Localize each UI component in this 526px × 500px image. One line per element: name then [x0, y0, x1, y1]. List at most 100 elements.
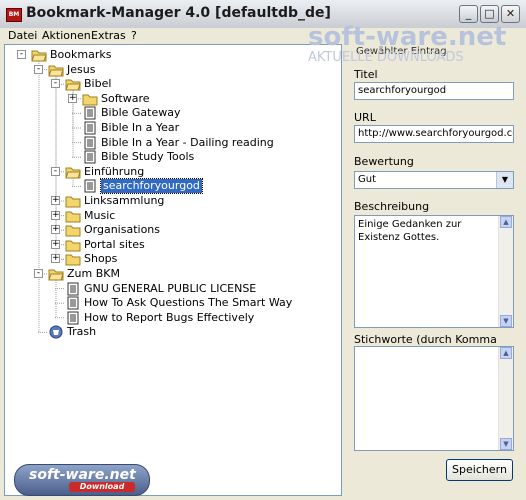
tree-node[interactable]: + Shops	[5, 252, 335, 266]
expand-icon[interactable]: +	[51, 239, 60, 249]
bookmark-document-icon	[67, 282, 79, 296]
tree-label[interactable]: Bible In a Year	[101, 121, 179, 135]
collapse-icon[interactable]: -	[51, 79, 60, 89]
tree-node[interactable]: searchforyourgod	[5, 178, 335, 195]
tree-label[interactable]: Bookmarks	[50, 48, 111, 62]
scroll-up-icon[interactable]: ▲	[500, 216, 512, 228]
close-button[interactable]: ✕	[501, 5, 520, 23]
watermark-top-text: soft-ware.net	[308, 22, 507, 52]
collapse-icon[interactable]: -	[17, 50, 26, 59]
chevron-down-icon[interactable]: ▼	[496, 172, 513, 188]
rating-label: Bewertung	[354, 155, 414, 168]
window-title: Bookmark-Manager 4.0 [defaultdb_de]	[26, 5, 331, 21]
expand-icon[interactable]: +	[51, 196, 60, 205]
tree-node[interactable]: Bible Gateway	[5, 106, 335, 120]
keywords-textarea[interactable]: ▲ ▼	[354, 346, 514, 451]
url-input[interactable]: http://www.searchforyourgod.com/	[354, 125, 514, 143]
menu-help[interactable]: ?	[131, 29, 137, 42]
tree-node[interactable]: - Einführung	[5, 165, 335, 179]
collapse-icon[interactable]: -	[51, 166, 60, 176]
tree-node[interactable]: - Bookmarks	[5, 48, 335, 62]
maximize-button[interactable]: □	[480, 5, 499, 23]
tree-node[interactable]: Trash	[5, 325, 335, 339]
folder-icon	[65, 211, 81, 223]
tree-node[interactable]: Bible Study Tools	[5, 150, 335, 164]
menu-datei[interactable]: Datei	[8, 29, 37, 42]
tree-label[interactable]: Bible Gateway	[101, 106, 181, 120]
collapse-icon[interactable]: -	[34, 269, 43, 278]
tree-node[interactable]: - Zum BKM	[5, 267, 335, 281]
expand-icon[interactable]: +	[51, 225, 60, 235]
tree-node[interactable]: Bible In a Year	[5, 121, 335, 135]
title-input[interactable]: searchforyourgod	[354, 82, 514, 100]
save-button[interactable]: Speichern	[446, 459, 513, 481]
tree-label[interactable]: Bibel	[84, 77, 111, 91]
tree-label[interactable]: Einführung	[84, 165, 144, 179]
expand-icon[interactable]: +	[68, 93, 77, 103]
folder-icon	[82, 94, 98, 106]
tree-node[interactable]: How To Ask Questions The Smart Way	[5, 296, 335, 310]
tree-label[interactable]: Music	[84, 209, 115, 223]
tree-label[interactable]: Shops	[84, 252, 117, 266]
expand-icon[interactable]: +	[51, 210, 60, 220]
tree-node[interactable]: How to Report Bugs Effectively	[5, 311, 335, 325]
tree-label[interactable]: Portal sites	[84, 238, 145, 252]
watermark-bottom-subtext: Download	[69, 482, 135, 492]
rating-select[interactable]: Gut ▼	[354, 171, 514, 189]
watermark-bottom: soft-ware.net Download	[14, 464, 150, 496]
tree-node[interactable]: GNU GENERAL PUBLIC LICENSE	[5, 282, 335, 296]
description-text: Einige Gedanken zur Existenz Gottes.	[358, 219, 462, 243]
tree-label[interactable]: Organisations	[84, 223, 160, 237]
bookmark-document-icon	[84, 136, 96, 150]
tree-node[interactable]: - Bibel	[5, 77, 335, 91]
tree-node[interactable]: + Organisations	[5, 223, 335, 237]
minimize-button[interactable]: _	[459, 5, 478, 23]
folder-icon	[65, 240, 81, 252]
tree-label[interactable]: How To Ask Questions The Smart Way	[84, 296, 292, 310]
scroll-down-icon[interactable]: ▼	[500, 315, 512, 327]
folder-icon	[65, 196, 81, 208]
title-label: Titel	[354, 68, 378, 81]
tree-label[interactable]: How to Report Bugs Effectively	[84, 311, 254, 325]
collapse-icon[interactable]: -	[34, 64, 43, 74]
folder-icon	[65, 225, 81, 237]
bookmark-document-icon	[67, 296, 79, 310]
open-folder-icon	[65, 79, 81, 91]
tree-label-selected[interactable]: searchforyourgod	[100, 178, 203, 195]
bookmark-document-icon	[67, 311, 79, 325]
app-window: BM Bookmark-Manager 4.0 [defaultdb_de] _…	[0, 0, 526, 500]
tree-label[interactable]: Jesus	[67, 63, 95, 77]
scroll-up-icon[interactable]: ▲	[500, 347, 512, 359]
rating-value: Gut	[358, 174, 377, 185]
description-textarea[interactable]: Einige Gedanken zur Existenz Gottes. ▲ ▼	[354, 215, 514, 328]
watermark-bottom-text: soft-ware.net	[29, 467, 136, 483]
bookmark-document-icon	[84, 150, 96, 164]
tree-node[interactable]: + Linksammlung	[5, 194, 335, 208]
open-folder-icon	[65, 167, 81, 179]
open-folder-icon	[48, 269, 64, 281]
menu-extras[interactable]: Extras	[91, 29, 126, 42]
description-scrollbar[interactable]: ▲ ▼	[498, 216, 513, 327]
expand-icon[interactable]: +	[51, 254, 60, 264]
tree-label[interactable]: Software	[101, 92, 150, 106]
tree-label[interactable]: Zum BKM	[67, 267, 120, 281]
keywords-scrollbar[interactable]: ▲ ▼	[498, 347, 513, 450]
tree-label[interactable]: Bible Study Tools	[101, 150, 194, 164]
bookmark-document-icon	[84, 106, 96, 120]
tree-node[interactable]: - Jesus	[5, 63, 335, 77]
tree-node[interactable]: + Software	[5, 92, 335, 106]
tree-label[interactable]: Trash	[67, 325, 96, 339]
menu-aktionen[interactable]: Aktionen	[42, 29, 91, 42]
bookmark-document-icon	[84, 179, 96, 193]
tree-node[interactable]: Bible In a Year - Dailing reading	[5, 136, 335, 150]
bookmark-tree[interactable]: - Bookmarks - Jesus - Bibel + Software Bible Gat…	[4, 44, 342, 496]
folder-icon	[65, 254, 81, 266]
tree-node[interactable]: + Music	[5, 209, 335, 223]
open-folder-icon	[48, 65, 64, 77]
tree-label[interactable]: GNU GENERAL PUBLIC LICENSE	[84, 282, 256, 296]
scroll-down-icon[interactable]: ▼	[500, 438, 512, 450]
tree-node[interactable]: + Portal sites	[5, 238, 335, 252]
tree-label[interactable]: Linksammlung	[84, 194, 164, 208]
bookmark-document-icon	[84, 121, 96, 135]
tree-label[interactable]: Bible In a Year - Dailing reading	[101, 136, 274, 150]
